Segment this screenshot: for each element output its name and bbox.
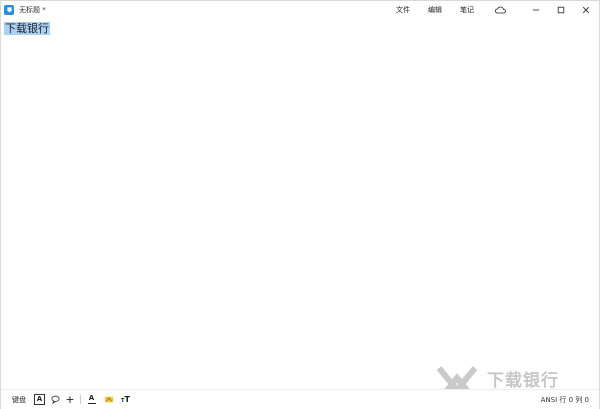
close-icon — [582, 6, 590, 13]
maximize-button[interactable] — [548, 1, 574, 18]
cloud-sync-button[interactable] — [487, 1, 513, 18]
font-box-button[interactable]: A — [33, 390, 46, 409]
text-color-letter: A — [88, 393, 95, 402]
text-color-button[interactable]: A — [85, 390, 98, 409]
menu-file[interactable]: 文件 — [396, 1, 410, 18]
minimize-icon — [532, 9, 540, 10]
maximize-icon — [557, 6, 565, 13]
text-size-large-letter: T — [124, 394, 130, 404]
highlight-button[interactable] — [102, 390, 115, 409]
add-button[interactable]: + — [64, 390, 76, 409]
toolbar-divider — [80, 395, 81, 404]
menu-notes[interactable]: 笔记 — [460, 1, 474, 18]
window-title: 无标题 * — [19, 5, 46, 14]
text-format-button[interactable]: T T — [119, 390, 132, 409]
keyboard-button[interactable]: 键盘 — [9, 390, 29, 409]
cloud-icon — [494, 6, 506, 13]
text-size-icon: T T — [121, 394, 130, 404]
comment-button[interactable] — [49, 390, 61, 409]
font-box-icon: A — [34, 394, 45, 405]
text-editor[interactable]: 下载银行 — [1, 19, 599, 387]
app-icon — [4, 4, 14, 15]
minimize-button[interactable] — [523, 1, 549, 18]
text-color-icon: A — [87, 393, 96, 405]
selected-text[interactable]: 下载银行 — [4, 22, 50, 35]
highlighter-icon — [104, 396, 113, 403]
speech-bubble-icon — [50, 395, 60, 404]
app-window: 无标题 * 文件 编辑 笔记 下载银行 下载银行 www.downxia. — [0, 0, 600, 409]
close-button[interactable] — [573, 1, 599, 18]
bottom-toolbar: 键盘 A + A T T ANSI 行 0 列 0 — [1, 389, 599, 409]
status-readout: ANSI 行 0 列 0 — [540, 395, 589, 404]
menu-edit[interactable]: 编辑 — [428, 1, 442, 18]
text-color-underline — [87, 402, 96, 405]
